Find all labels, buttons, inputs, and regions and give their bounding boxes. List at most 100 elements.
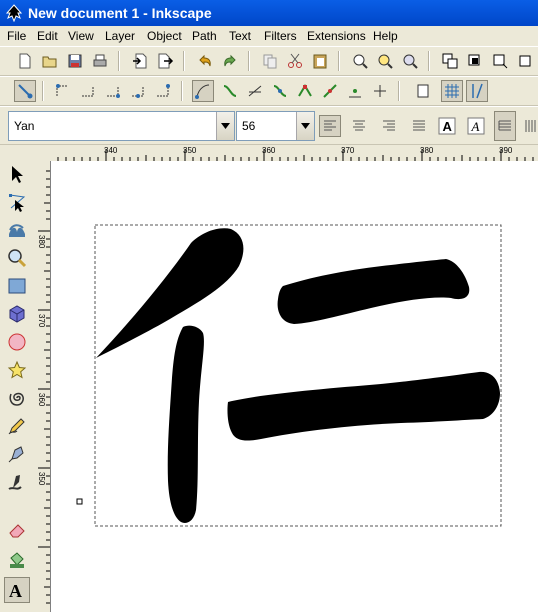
snap-bbox-edge-button[interactable] (77, 80, 99, 102)
snap-toggle-button[interactable] (14, 80, 36, 102)
clone-button[interactable] (464, 50, 486, 72)
snap-bbox-corner-button[interactable] (102, 80, 124, 102)
text-toolbar: Yan 56 A A (0, 106, 538, 145)
align-justify-button[interactable] (408, 115, 430, 137)
snap-midpoints-button[interactable] (319, 80, 341, 102)
menu-extensions[interactable]: Extensions (307, 28, 366, 44)
toolbox: A (0, 161, 34, 612)
import-button[interactable] (129, 50, 151, 72)
selector-tool-button[interactable] (4, 161, 30, 187)
snap-toolbar (0, 76, 538, 106)
new-document-icon (19, 53, 31, 69)
zoom-page-button[interactable] (399, 50, 421, 72)
font-family-combobox[interactable]: Yan (8, 111, 235, 141)
spiral-tool-button[interactable] (4, 385, 30, 411)
text-baseline-handle[interactable] (76, 498, 83, 505)
redo-button[interactable] (219, 50, 241, 72)
snap-grids-button[interactable] (441, 80, 463, 102)
kanji-glyph-ren[interactable] (96, 228, 500, 523)
snap-bbox-center-button[interactable] (152, 80, 174, 102)
pencil-tool-button[interactable] (4, 413, 30, 439)
menu-edit[interactable]: Edit (37, 28, 58, 44)
rectangle-tool-button[interactable] (4, 273, 30, 299)
zoom-drawing-button[interactable] (374, 50, 396, 72)
ruler-label: 360 (262, 146, 276, 155)
open-button[interactable] (39, 50, 61, 72)
menu-text[interactable]: Text (229, 28, 251, 44)
align-justify-icon (413, 120, 425, 131)
ruler-label: 340 (104, 146, 118, 155)
clone-icon (468, 54, 480, 66)
paint-bucket-tool-button[interactable] (4, 547, 30, 573)
snap-page-border-button[interactable] (412, 80, 434, 102)
grid-icon (445, 84, 459, 98)
new-document-button[interactable] (14, 50, 36, 72)
bold-button[interactable]: A (436, 115, 458, 137)
snap-bbox-midpoint-button[interactable] (127, 80, 149, 102)
folder-open-icon (42, 56, 57, 68)
save-button[interactable] (64, 50, 86, 72)
menu-view[interactable]: View (68, 28, 94, 44)
ruler-label: 370 (37, 314, 46, 329)
font-size-combobox[interactable]: 56 (236, 111, 315, 141)
select-original-icon (519, 55, 531, 67)
export-button[interactable] (154, 50, 176, 72)
snap-cusp-nodes-button[interactable] (294, 80, 316, 102)
zoom-tool-button[interactable] (4, 245, 30, 271)
menu-file[interactable]: File (7, 28, 26, 44)
horizontal-text-button[interactable] (494, 111, 516, 141)
text-tool-button[interactable]: A (4, 577, 30, 603)
italic-button[interactable]: A (465, 115, 487, 137)
align-center-button[interactable] (348, 115, 370, 137)
snap-guides-button[interactable] (466, 80, 488, 102)
print-button[interactable] (89, 50, 111, 72)
eraser-tool-button[interactable] (4, 517, 30, 543)
menu-layer[interactable]: Layer (105, 28, 135, 44)
snap-nodes-button[interactable] (192, 80, 214, 102)
snap-paths-button[interactable] (219, 80, 241, 102)
pencil-icon (8, 418, 25, 435)
menu-filters[interactable]: Filters (264, 28, 297, 44)
3d-box-tool-button[interactable] (4, 301, 30, 327)
undo-button[interactable] (194, 50, 216, 72)
toolbar-separator (181, 81, 183, 101)
paste-button[interactable] (309, 50, 331, 72)
snap-smooth-icon (273, 85, 287, 97)
snap-edge-icon (82, 86, 94, 97)
snap-center-icon (157, 84, 170, 97)
ruler-label: 350 (37, 472, 46, 487)
select-original-button[interactable] (514, 50, 536, 72)
glyph-stroke-lower-horizontal (227, 371, 500, 441)
snap-smooth-nodes-button[interactable] (269, 80, 291, 102)
arrow-pointer-icon (12, 166, 23, 183)
copy-button[interactable] (259, 50, 281, 72)
pen-tool-button[interactable] (4, 441, 30, 467)
align-right-button[interactable] (378, 115, 400, 137)
snap-rotation-center-button[interactable] (369, 80, 391, 102)
menu-help[interactable]: Help (373, 28, 398, 44)
drawing-canvas[interactable] (51, 161, 538, 612)
ellipse-tool-button[interactable] (4, 329, 30, 355)
align-left-button[interactable] (319, 115, 341, 137)
unlink-clone-button[interactable] (489, 50, 511, 72)
menu-object[interactable]: Object (147, 28, 182, 44)
unlink-clone-icon (493, 54, 508, 69)
snap-bbox-button[interactable] (52, 80, 74, 102)
star-tool-button[interactable] (4, 357, 30, 383)
magnifier-icon (8, 249, 27, 268)
vertical-text-button[interactable] (520, 115, 538, 137)
duplicate-icon (442, 53, 458, 69)
node-tool-button[interactable] (4, 189, 30, 215)
duplicate-button[interactable] (439, 50, 461, 72)
chevron-down-icon[interactable] (296, 112, 314, 140)
snap-intersections-button[interactable] (244, 80, 266, 102)
tweak-tool-button[interactable] (4, 217, 30, 243)
cut-button[interactable] (284, 50, 306, 72)
snap-corner-icon (107, 86, 120, 98)
snap-nodes-icon (195, 84, 210, 99)
calligraphy-tool-button[interactable] (4, 469, 30, 495)
chevron-down-icon[interactable] (216, 112, 234, 140)
snap-object-center-button[interactable] (344, 80, 366, 102)
zoom-selection-button[interactable] (349, 50, 371, 72)
menu-path[interactable]: Path (192, 28, 217, 44)
